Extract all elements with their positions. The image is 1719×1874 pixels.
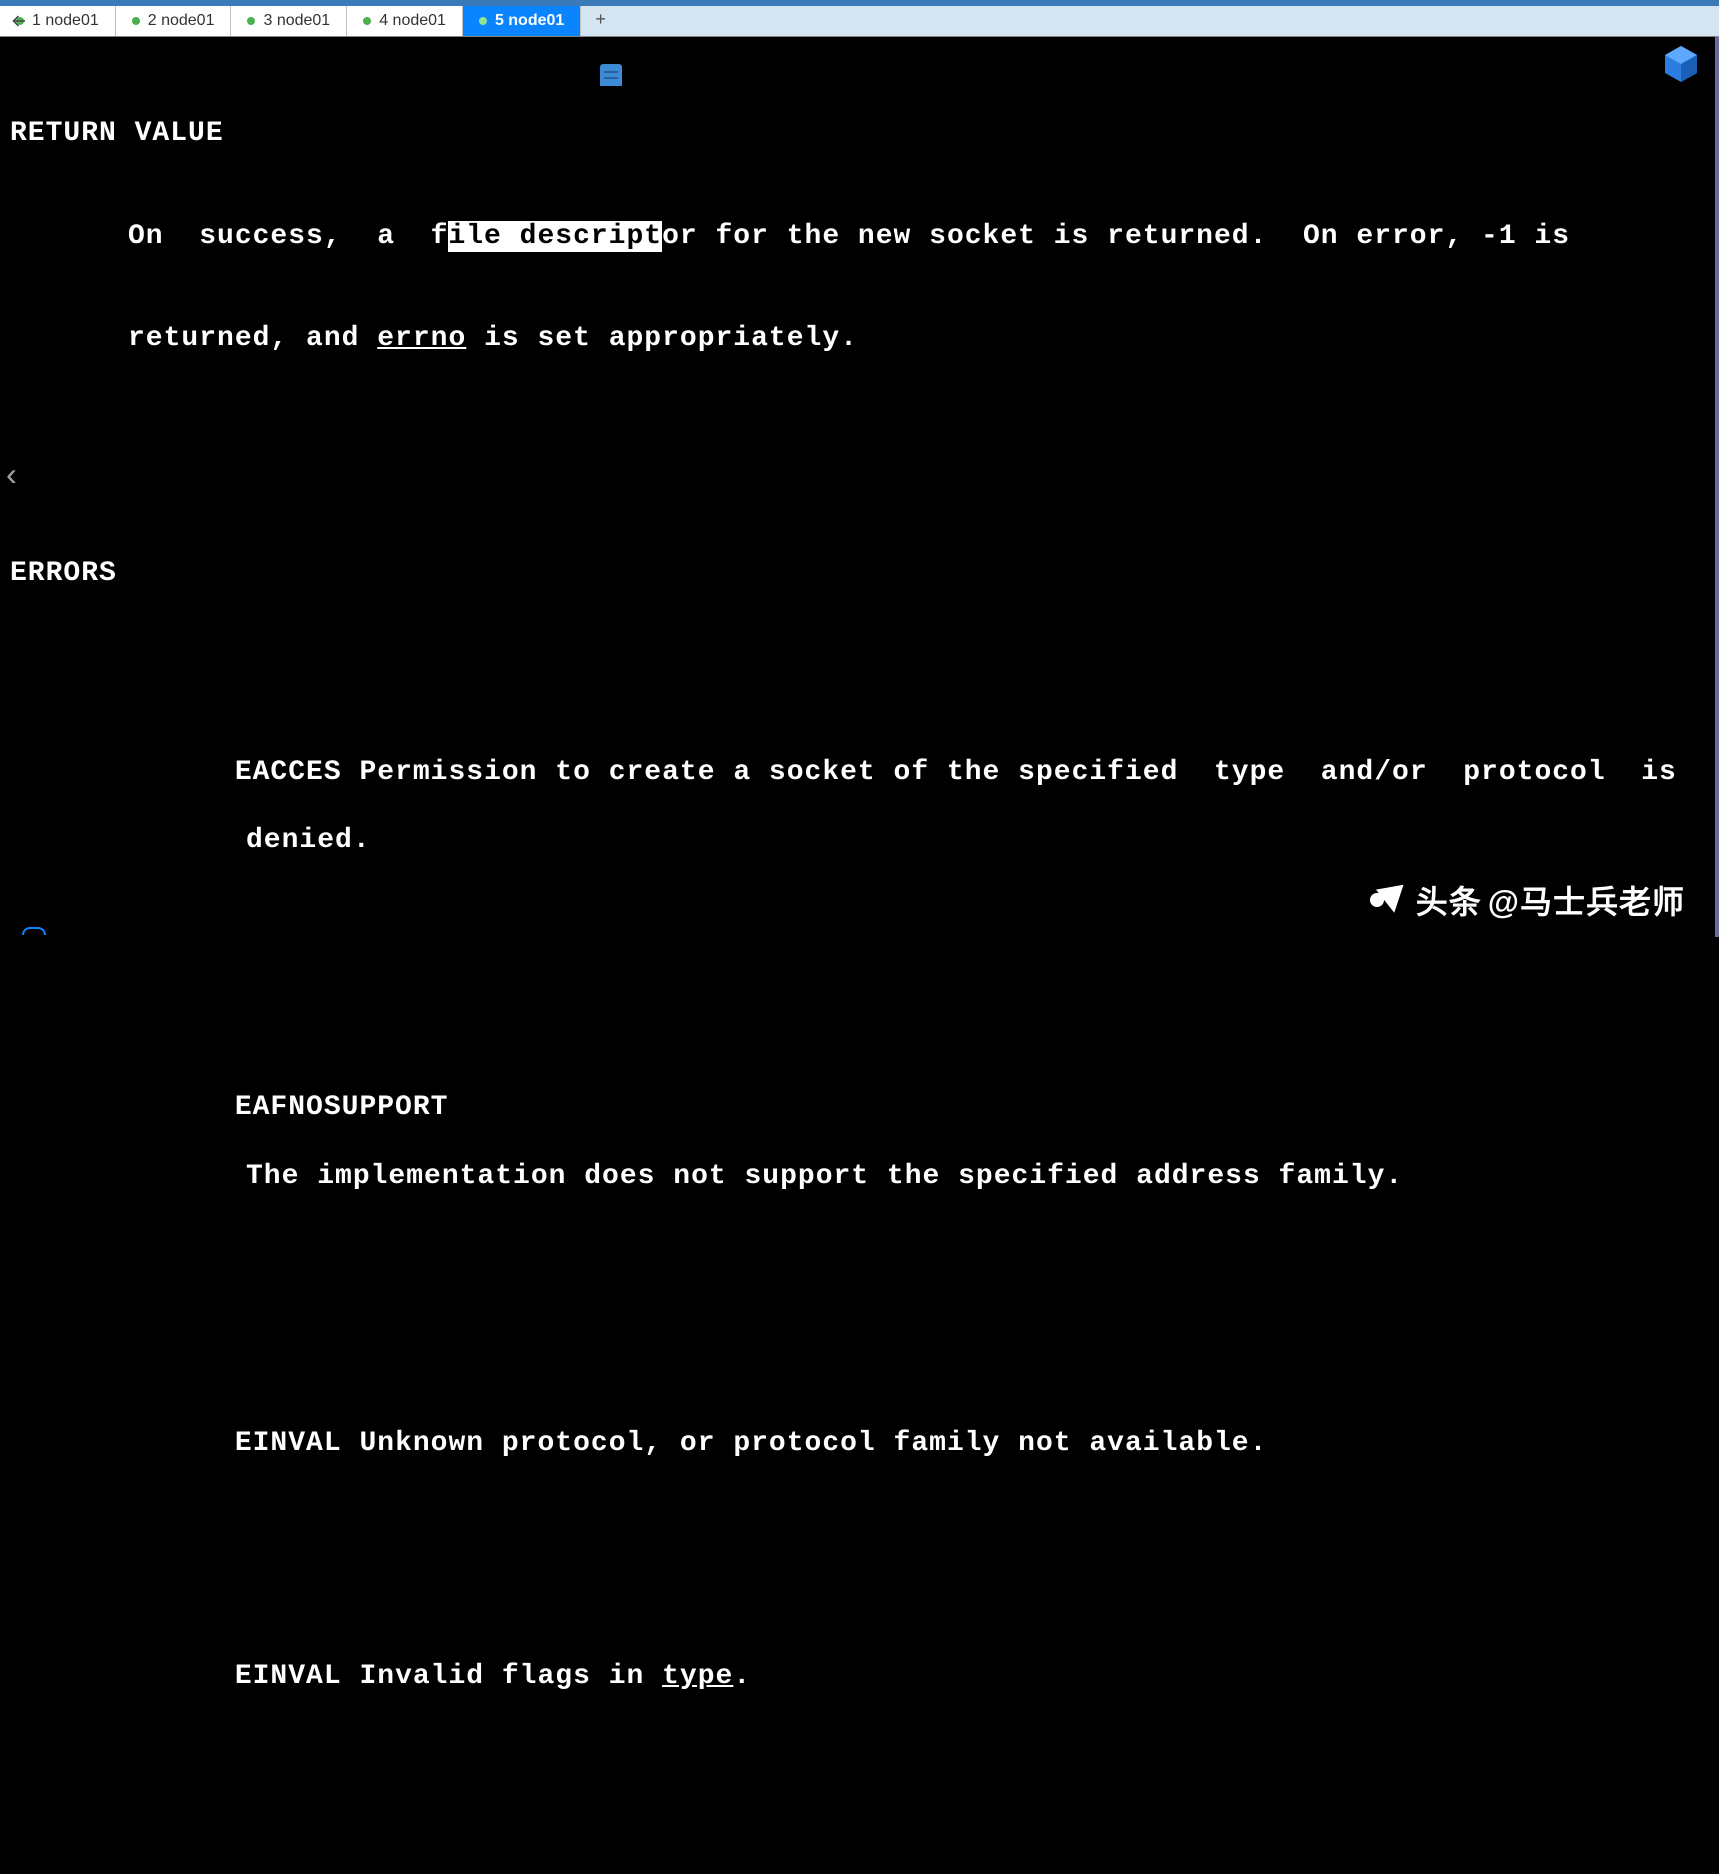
tab-bar: 1 node01 2 node01 3 node01 4 node01 5 no… xyxy=(0,6,1719,37)
tab-status-dot xyxy=(363,17,371,25)
type-link: type xyxy=(662,1661,733,1692)
section-return-value-header: RETURN VALUE xyxy=(10,117,1709,151)
selected-text: ile descript xyxy=(448,221,662,252)
nav-left-arrow-icon[interactable]: ‹ xyxy=(2,458,21,495)
tab-label: 3 node01 xyxy=(263,12,330,30)
tab-label: 4 node01 xyxy=(379,12,446,30)
error-einval-1: EINVAL Unknown protocol, or protocol fam… xyxy=(128,1393,1709,1495)
error-code: EACCES xyxy=(235,757,342,788)
terminal-content[interactable]: RETURN VALUE On success, a file descript… xyxy=(0,37,1719,1874)
tab-4-node01[interactable]: 4 node01 xyxy=(347,6,463,36)
tab-status-dot xyxy=(247,17,255,25)
app-logo-icon xyxy=(1661,44,1701,84)
tab-label: 1 node01 xyxy=(32,12,99,30)
error-emfile: EMFILE Process file table overflow. xyxy=(128,1859,1709,1874)
watermark-text: @马士兵老师 xyxy=(1488,877,1685,923)
error-einval-2: EINVAL Invalid flags in type. xyxy=(128,1626,1709,1728)
back-arrow-icon[interactable] xyxy=(10,12,28,30)
bottom-indicator-icon xyxy=(22,927,46,935)
return-value-text-2: returned, and errno is set appropriately… xyxy=(128,322,1709,356)
selection-handle-icon[interactable] xyxy=(600,64,622,86)
tab-status-dot xyxy=(132,17,140,25)
tab-5-node01[interactable]: 5 node01 xyxy=(463,6,581,36)
section-errors-header: ERRORS xyxy=(10,557,1709,591)
watermark-prefix: 头条 xyxy=(1416,877,1482,923)
tab-label: 2 node01 xyxy=(148,12,215,30)
return-value-text: On success, a file descriptor for the ne… xyxy=(128,220,1709,254)
tab-label: 5 node01 xyxy=(495,12,564,30)
tab-add-button[interactable]: + xyxy=(581,6,620,36)
error-eafnosupport: EAFNOSUPPORT The implementation does not… xyxy=(128,1057,1709,1262)
watermark: 头条 @马士兵老师 xyxy=(1370,877,1685,923)
tab-3-node01[interactable]: 3 node01 xyxy=(231,6,347,36)
right-border xyxy=(1715,37,1719,937)
error-code: EINVAL xyxy=(235,1428,342,1459)
tab-2-node01[interactable]: 2 node01 xyxy=(116,6,232,36)
error-code: EAFNOSUPPORT xyxy=(235,1092,449,1123)
watermark-person-icon xyxy=(1370,887,1406,913)
errno-link: errno xyxy=(377,323,466,354)
error-code: EINVAL xyxy=(235,1661,342,1692)
tab-status-dot xyxy=(479,17,487,25)
